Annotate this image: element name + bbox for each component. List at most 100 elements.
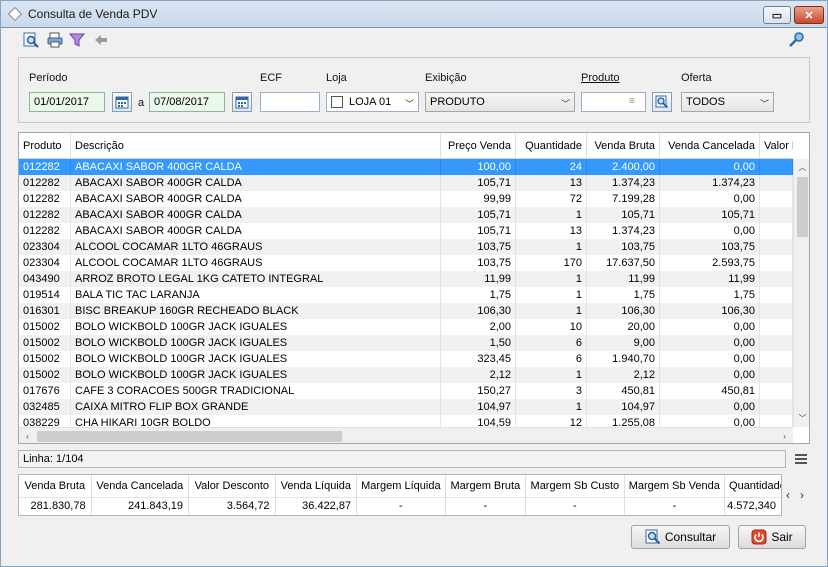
table-cell bbox=[760, 351, 793, 367]
scroll-up-icon[interactable]: ︿ bbox=[794, 159, 809, 176]
table-row[interactable]: 019514 BALA TIC TAC LARANJA 1,75 1 1,75 1,75 bbox=[19, 287, 793, 303]
table-cell: 1 bbox=[516, 287, 587, 303]
table-row[interactable]: 012282 ABACAXI SABOR 400GR CALDA 105,71 1 10… bbox=[19, 207, 793, 223]
totals-panel: Venda Bruta 281.830,78 Venda Cancelada 2… bbox=[18, 474, 782, 516]
total-header: Valor Desconto bbox=[189, 475, 275, 498]
col-produto[interactable]: Produto bbox=[19, 133, 71, 159]
vertical-scrollbar[interactable]: ︿ ﹀ bbox=[793, 159, 809, 427]
table-cell: 015002 bbox=[19, 367, 71, 383]
table-cell bbox=[760, 287, 793, 303]
table-cell bbox=[760, 159, 793, 175]
table-row[interactable]: 012282 ABACAXI SABOR 400GR CALDA 105,71 13 1… bbox=[19, 223, 793, 239]
horizontal-scroll-thumb[interactable] bbox=[37, 431, 342, 442]
table-row[interactable]: 012282 ABACAXI SABOR 400GR CALDA 99,99 72 7.… bbox=[19, 191, 793, 207]
table-row[interactable]: 012282 ABACAXI SABOR 400GR CALDA 100,00 24 2… bbox=[19, 159, 793, 175]
loja-checkbox[interactable] bbox=[331, 96, 343, 108]
table-cell: 015002 bbox=[19, 335, 71, 351]
power-icon bbox=[751, 529, 767, 545]
back-arrow-icon[interactable] bbox=[92, 31, 110, 49]
table-cell: BOLO WICKBOLD 100GR JACK IGUALES bbox=[71, 319, 441, 335]
table-cell: 0,00 bbox=[660, 159, 760, 175]
totals-prev-icon[interactable]: ‹ bbox=[786, 488, 790, 502]
table-cell: 150,27 bbox=[441, 383, 516, 399]
table-cell: 104,97 bbox=[441, 399, 516, 415]
totals-next-icon[interactable]: › bbox=[800, 488, 804, 502]
col-descricao[interactable]: Descrição bbox=[71, 133, 441, 159]
table-cell: 0,00 bbox=[660, 223, 760, 239]
table-cell: 105,71 bbox=[441, 223, 516, 239]
restore-button[interactable]: ▭ bbox=[763, 6, 791, 24]
table-cell: 012282 bbox=[19, 223, 71, 239]
produto-search-button[interactable] bbox=[652, 92, 672, 112]
table-row[interactable]: 023304 ALCOOL COCAMAR 1LTO 46GRAUS 103,75 1… bbox=[19, 239, 793, 255]
table-row[interactable]: 043490 ARROZ BROTO LEGAL 1KG CATETO INTEG… bbox=[19, 271, 793, 287]
table-cell: 1,75 bbox=[587, 287, 660, 303]
table-row[interactable]: 023304 ALCOOL COCAMAR 1LTO 46GRAUS 103,75 1… bbox=[19, 255, 793, 271]
table-row[interactable]: 012282 ABACAXI SABOR 400GR CALDA 105,71 13 1… bbox=[19, 175, 793, 191]
table-row[interactable]: 015002 BOLO WICKBOLD 100GR JACK IGUALES 2,… bbox=[19, 319, 793, 335]
oferta-select[interactable]: TODOS ﹀ bbox=[681, 92, 774, 112]
produto-input[interactable] bbox=[581, 92, 646, 112]
title-bar: Consulta de Venda PDV ▭ ✕ bbox=[0, 0, 828, 28]
table-cell bbox=[760, 335, 793, 351]
table-cell: 10 bbox=[516, 319, 587, 335]
table-cell: 323,45 bbox=[441, 351, 516, 367]
scroll-right-icon[interactable]: › bbox=[776, 428, 793, 443]
table-cell: 017676 bbox=[19, 383, 71, 399]
table-cell: 1 bbox=[516, 303, 587, 319]
total-margem-bruta: Margem Bruta - bbox=[445, 475, 527, 515]
table-row[interactable]: 032485 CAIXA MITRO FLIP BOX GRANDE 104,97 1… bbox=[19, 399, 793, 415]
col-quantidade[interactable]: Quantidade bbox=[516, 133, 587, 159]
total-value: - bbox=[399, 500, 403, 513]
horizontal-scrollbar[interactable]: ‹ › bbox=[19, 427, 793, 443]
filter-icon[interactable] bbox=[68, 31, 86, 49]
filter-panel: Período 01/01/2017 a 07/08/2017 ECF Loja… bbox=[18, 57, 810, 123]
table-cell: 012282 bbox=[19, 191, 71, 207]
total-margem-liquida: Margem Líquida - bbox=[357, 475, 446, 515]
table-cell: BOLO WICKBOLD 100GR JACK IGUALES bbox=[71, 351, 441, 367]
total-value: 241.843,19 bbox=[127, 500, 184, 513]
col-valor-desconto[interactable]: Valor D bbox=[760, 133, 793, 159]
table-cell: 3 bbox=[516, 383, 587, 399]
sair-button[interactable]: Sair bbox=[738, 525, 806, 549]
col-preco-venda[interactable]: Preço Venda bbox=[441, 133, 516, 159]
window-title: Consulta de Venda PDV bbox=[28, 7, 158, 21]
exibicao-select[interactable]: PRODUTO ﹀ bbox=[425, 92, 575, 112]
table-cell: ABACAXI SABOR 400GR CALDA bbox=[71, 159, 441, 175]
loja-select[interactable]: LOJA 01 ﹀ bbox=[326, 92, 419, 112]
total-header: Margem Bruta bbox=[445, 475, 526, 498]
scroll-down-icon[interactable]: ﹀ bbox=[794, 410, 809, 427]
table-row[interactable]: 017676 CAFE 3 CORACOES 500GR TRADICIONAL 1… bbox=[19, 383, 793, 399]
exibicao-label: Exibição bbox=[425, 72, 467, 84]
calendar-from-button[interactable] bbox=[112, 92, 132, 112]
table-cell: ABACAXI SABOR 400GR CALDA bbox=[71, 223, 441, 239]
key-icon[interactable] bbox=[788, 31, 806, 49]
search-preview-icon[interactable] bbox=[22, 31, 40, 49]
table-row[interactable]: 015002 BOLO WICKBOLD 100GR JACK IGUALES 32… bbox=[19, 351, 793, 367]
table-row[interactable]: 016301 BISC BREAKUP 160GR RECHEADO BLACK 1… bbox=[19, 303, 793, 319]
date-to-input[interactable]: 07/08/2017 bbox=[149, 92, 225, 112]
calendar-to-button[interactable] bbox=[232, 92, 252, 112]
table-cell: 1 bbox=[516, 271, 587, 287]
col-venda-bruta[interactable]: Venda Bruta bbox=[587, 133, 660, 159]
consultar-button[interactable]: Consultar bbox=[631, 525, 730, 549]
table-cell: 105,71 bbox=[660, 207, 760, 223]
print-icon[interactable] bbox=[46, 31, 64, 49]
close-button[interactable]: ✕ bbox=[794, 6, 824, 24]
date-from-input[interactable]: 01/01/2017 bbox=[29, 92, 105, 112]
table-cell bbox=[760, 223, 793, 239]
menu-icon[interactable] bbox=[794, 452, 808, 466]
table-cell: 106,30 bbox=[660, 303, 760, 319]
ecf-input[interactable] bbox=[260, 92, 320, 112]
table-cell: 103,75 bbox=[660, 239, 760, 255]
produto-label[interactable]: Produto bbox=[581, 72, 620, 84]
table-row[interactable]: 015002 BOLO WICKBOLD 100GR JACK IGUALES 2,… bbox=[19, 367, 793, 383]
table-cell: 016301 bbox=[19, 303, 71, 319]
table-cell: 0,00 bbox=[660, 319, 760, 335]
consultar-label: Consultar bbox=[664, 530, 717, 544]
vertical-scroll-thumb[interactable] bbox=[797, 177, 808, 237]
col-venda-cancelada[interactable]: Venda Cancelada bbox=[660, 133, 760, 159]
grid-header: Produto Descrição Preço Venda Quantidade… bbox=[19, 133, 793, 159]
table-row[interactable]: 015002 BOLO WICKBOLD 100GR JACK IGUALES 1,… bbox=[19, 335, 793, 351]
scroll-left-icon[interactable]: ‹ bbox=[19, 428, 36, 443]
